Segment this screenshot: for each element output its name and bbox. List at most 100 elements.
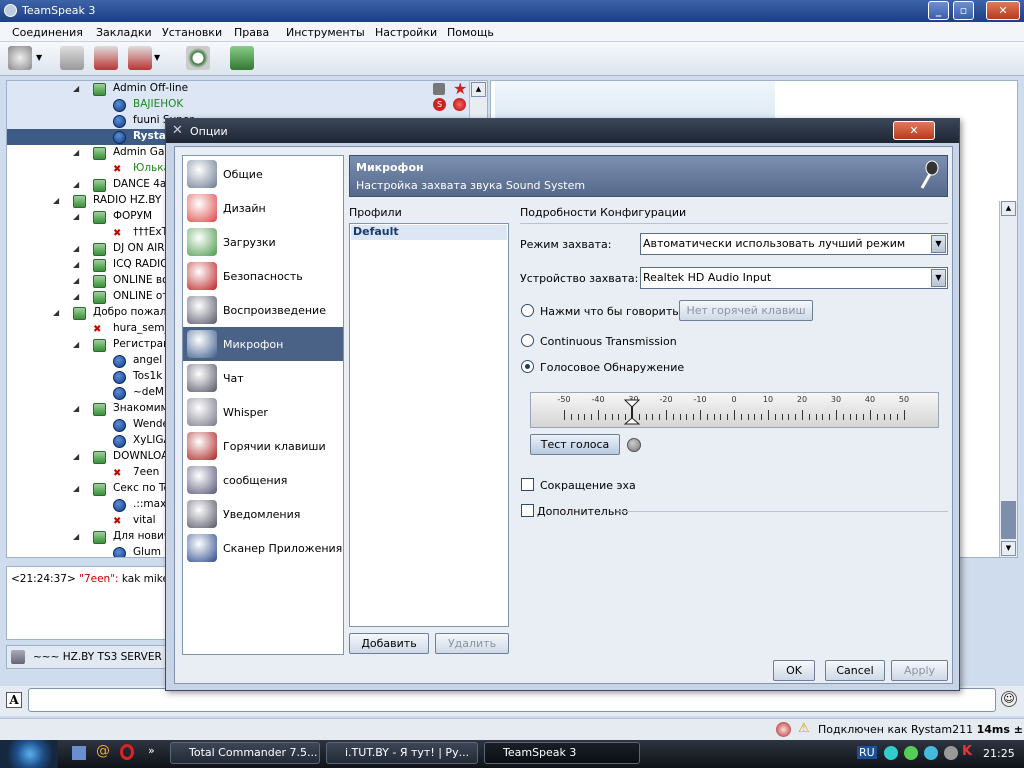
vad-level-slider[interactable]: -50-40-30-20-1001020304050 xyxy=(530,392,939,428)
continuous-label: Continuous Transmission xyxy=(540,335,677,348)
task-teamspeak[interactable]: TeamSpeak 3 xyxy=(484,742,640,764)
emoticon-icon[interactable]: ☺ xyxy=(1001,691,1017,707)
info-scrollbar[interactable]: ▲ ▼ xyxy=(999,201,1017,557)
chat-tab[interactable]: ~~~ HZ.BY TS3 SERVER ~~~ xyxy=(6,645,192,669)
capture-mode-select[interactable]: Автоматически использовать лучший режим ▼ xyxy=(640,233,948,255)
expand-arrow-icon[interactable]: ◢ xyxy=(73,340,79,349)
menu-connections[interactable]: Соединения xyxy=(12,26,83,39)
vad-radio[interactable] xyxy=(521,360,534,373)
scale-tick-label: 0 xyxy=(731,395,737,404)
task-browser[interactable]: i.TUT.BY - Я тут! | Ру... xyxy=(326,742,478,764)
user-icon xyxy=(113,99,126,112)
language-indicator[interactable]: RU xyxy=(857,746,877,759)
nav-item-4[interactable]: Безопасность xyxy=(183,259,343,293)
tray-icq-icon[interactable] xyxy=(904,746,918,760)
scroll-up-icon[interactable]: ▲ xyxy=(1001,201,1016,216)
hotkey-button[interactable]: Нет горячей клавиш xyxy=(679,300,813,321)
mute-microphone-icon[interactable] xyxy=(94,46,118,70)
expand-arrow-icon[interactable]: ◢ xyxy=(73,244,79,253)
profile-default[interactable]: Default xyxy=(351,225,507,240)
scroll-thumb[interactable] xyxy=(1001,501,1016,539)
text-format-icon[interactable]: A xyxy=(6,692,22,708)
tray-antivirus-icon[interactable]: K xyxy=(962,744,972,759)
expand-arrow-icon[interactable]: ◢ xyxy=(73,260,79,269)
apply-button[interactable]: Apply xyxy=(891,660,948,681)
ptt-radio[interactable] xyxy=(521,304,534,317)
slider-thumb[interactable] xyxy=(623,399,641,425)
expand-arrow-icon[interactable]: ◢ xyxy=(53,196,59,205)
tray-network-icon[interactable] xyxy=(884,746,898,760)
ok-button[interactable]: OK xyxy=(773,660,815,681)
expand-arrow-icon[interactable]: ◢ xyxy=(73,452,79,461)
away-icon[interactable] xyxy=(186,46,210,70)
tray-sound-icon[interactable] xyxy=(944,746,958,760)
expand-arrow-icon[interactable]: ◢ xyxy=(73,532,79,541)
menu-permissions[interactable]: Права xyxy=(234,26,269,39)
scroll-up-icon[interactable]: ▲ xyxy=(471,82,486,97)
scale-tick xyxy=(856,414,858,420)
tray-teamspeak-icon[interactable] xyxy=(924,746,938,760)
nav-item-10[interactable]: сообщения xyxy=(183,463,343,497)
continuous-radio[interactable] xyxy=(521,334,534,347)
save-icon[interactable] xyxy=(72,746,86,760)
menu-self[interactable]: Установки xyxy=(162,26,222,39)
nav-item-8[interactable]: Whisper xyxy=(183,395,343,429)
channel-row[interactable]: ◢ Admin Off-line xyxy=(7,81,487,97)
opera-icon[interactable] xyxy=(120,744,134,760)
nav-item-3[interactable]: Загрузки xyxy=(183,225,343,259)
menu-settings[interactable]: Настройки xyxy=(375,26,437,39)
cancel-button[interactable]: Cancel xyxy=(825,660,885,681)
expand-arrow-icon[interactable]: ◢ xyxy=(53,308,59,317)
expand-arrow-icon[interactable]: ◢ xyxy=(73,180,79,189)
echo-reduction-checkbox[interactable] xyxy=(521,478,534,491)
scroll-down-icon[interactable]: ▼ xyxy=(1001,541,1016,556)
nav-item-11[interactable]: Уведомления xyxy=(183,497,343,531)
identity-icon[interactable] xyxy=(230,46,254,70)
expand-arrow-icon[interactable]: ◢ xyxy=(73,292,79,301)
expand-arrow-icon[interactable]: ◢ xyxy=(73,404,79,413)
more-icon[interactable]: » xyxy=(148,744,155,757)
nav-item-12[interactable]: Сканер Приложения xyxy=(183,531,343,565)
menu-bookmarks[interactable]: Закладки xyxy=(96,26,152,39)
add-profile-button[interactable]: Добавить xyxy=(349,633,429,654)
nav-item-5[interactable]: Воспроизведение xyxy=(183,293,343,327)
advanced-checkbox[interactable] xyxy=(521,504,534,517)
menu-tools[interactable]: Инструменты xyxy=(286,26,365,39)
delete-profile-button[interactable]: Удалить xyxy=(435,633,509,654)
expand-arrow-icon[interactable]: ◢ xyxy=(73,212,79,221)
minimize-button[interactable]: _ xyxy=(928,1,949,20)
news-icon[interactable] xyxy=(776,722,791,737)
toolbar: ▼ ▼ xyxy=(0,42,1024,76)
warning-icon[interactable]: ⚠ xyxy=(798,721,810,736)
nav-item-7[interactable]: Чат xyxy=(183,361,343,395)
disconnect-icon[interactable] xyxy=(60,46,84,70)
email-icon[interactable]: @ xyxy=(96,743,110,759)
start-button[interactable] xyxy=(0,740,58,768)
nav-item-6[interactable]: Микрофон xyxy=(183,327,343,361)
task-total-commander[interactable]: Total Commander 7.5... xyxy=(170,742,320,764)
scale-tick xyxy=(897,414,899,420)
mute-speakers-icon[interactable] xyxy=(128,46,152,70)
maximize-button[interactable]: ▫ xyxy=(953,1,974,20)
chat-log[interactable]: <21:24:37> "7een": kak mike n xyxy=(6,566,179,640)
chat-nick[interactable]: "7een": xyxy=(79,573,118,585)
close-button[interactable]: ✕ xyxy=(986,1,1020,20)
expand-arrow-icon[interactable]: ◢ xyxy=(73,484,79,493)
connect-icon[interactable] xyxy=(8,46,32,70)
menu-help[interactable]: Помощь xyxy=(447,26,494,39)
chevron-down-icon[interactable]: ▼ xyxy=(36,46,50,70)
user-row[interactable]: BAJIEHOK xyxy=(7,97,487,113)
chat-input[interactable] xyxy=(28,688,996,712)
expand-arrow-icon[interactable]: ◢ xyxy=(73,84,79,93)
chevron-down-icon[interactable]: ▼ xyxy=(154,46,168,70)
nav-item-1[interactable]: Общие xyxy=(183,157,343,191)
test-voice-button[interactable]: Тест голоса xyxy=(530,434,620,455)
nav-item-9[interactable]: Горячии клавиши xyxy=(183,429,343,463)
expand-arrow-icon[interactable]: ◢ xyxy=(73,276,79,285)
capture-device-select[interactable]: Realtek HD Audio Input ▼ xyxy=(640,267,948,289)
profiles-list[interactable]: Default xyxy=(349,223,509,627)
scale-tick-label: -10 xyxy=(693,395,707,404)
nav-item-2[interactable]: Дизайн xyxy=(183,191,343,225)
expand-arrow-icon[interactable]: ◢ xyxy=(73,148,79,157)
dialog-close-button[interactable]: ✕ xyxy=(893,121,935,140)
